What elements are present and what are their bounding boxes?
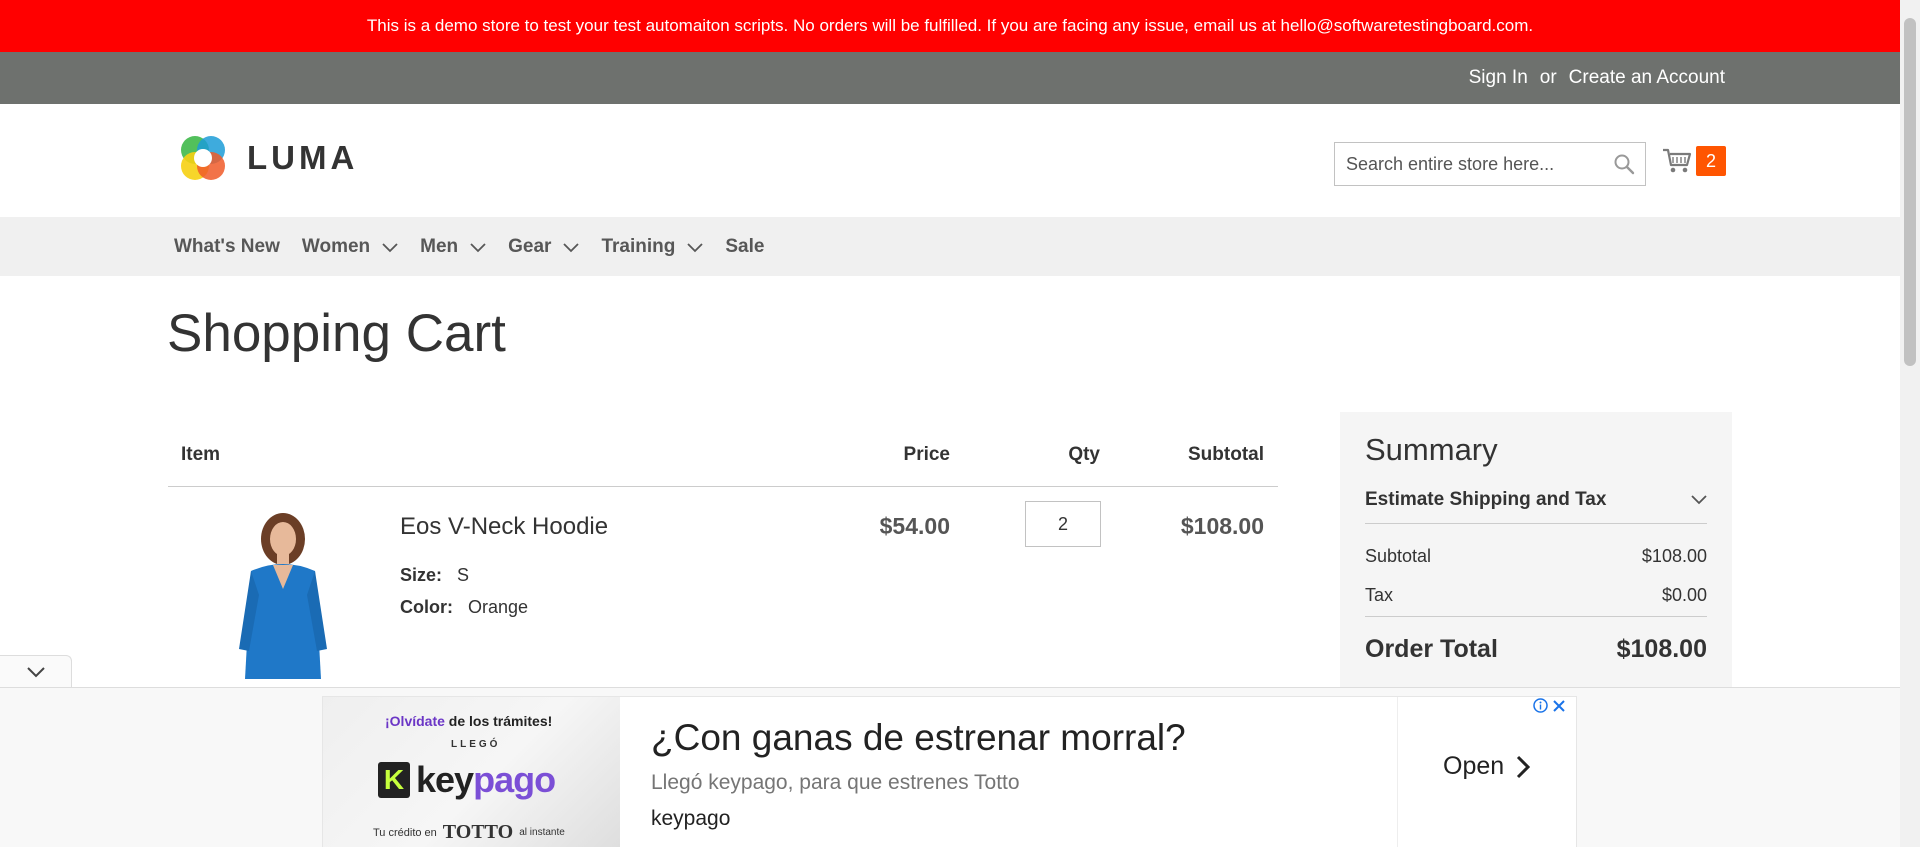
logo[interactable]: LUMA [175, 130, 358, 186]
header-item: Item [181, 444, 221, 465]
keypago-wordmark: keypago [416, 759, 556, 801]
item-subtotal: $108.00 [1180, 513, 1264, 539]
option-size: Size: S [400, 565, 469, 586]
estimate-shipping-label: Estimate Shipping and Tax [1365, 488, 1607, 510]
cart-item-row: Eos V-Neck Hoodie Size: S Color: Orange … [168, 487, 1278, 707]
option-size-label: Size: [400, 565, 443, 585]
ad-image-footer: Tu crédito en TOTTO al instante [373, 821, 565, 844]
demo-store-notice: This is a demo store to test your test a… [0, 0, 1900, 52]
keypago-k-icon: K [378, 762, 410, 798]
option-color: Color: Orange [400, 597, 528, 618]
ad-close-icon[interactable] [1552, 699, 1566, 713]
cart-table-header: Item Price Qty Subtotal [168, 418, 1278, 487]
search-icon[interactable] [1613, 153, 1635, 175]
search-input[interactable] [1335, 143, 1605, 185]
nav-item-label: Training [601, 235, 676, 257]
ad-image-footer-text: Tu crédito en [373, 826, 437, 839]
nav-item-gear[interactable]: Gear [508, 235, 580, 258]
page-title: Shopping Cart [167, 304, 506, 363]
totto-logo: TOTTO [442, 821, 514, 843]
chevron-right-icon [1517, 755, 1531, 778]
chevron-down-icon [687, 243, 703, 253]
qty-input[interactable] [1025, 501, 1101, 547]
nav-item-men[interactable]: Men [420, 236, 486, 258]
summary-title: Summary [1365, 432, 1498, 467]
estimate-shipping-toggle[interactable]: Estimate Shipping and Tax [1365, 476, 1707, 524]
ad-divider [1397, 697, 1398, 847]
header-qty: Qty [1068, 444, 1100, 465]
ad-image-headline-rest: de los trámites! [444, 713, 553, 729]
ad-advertiser: keypago [651, 807, 731, 830]
nav-item-sale[interactable]: Sale [725, 236, 764, 258]
summary-tax: Tax $0.00 [1365, 585, 1707, 617]
option-size-value: S [457, 565, 470, 585]
nav-item-label: Sale [725, 235, 765, 257]
site-header: LUMA 2 [0, 104, 1900, 217]
nav-list: What's New Women Men Gear Training Sale [174, 217, 786, 276]
keypago-logo: K keypago [378, 759, 556, 801]
ad-image-footer-end: al instante [519, 827, 565, 838]
nav-item-label: Gear [508, 235, 552, 257]
luma-logo-icon [181, 136, 225, 180]
minicart[interactable]: 2 [1662, 146, 1726, 176]
header-subtotal: Subtotal [1188, 444, 1264, 465]
sign-in-link[interactable]: Sign In [1469, 67, 1528, 89]
nav-item-label: Men [420, 235, 459, 257]
ad-open-button[interactable]: Open [1443, 752, 1531, 781]
ad-image-headline: ¡Olvídate de los trámites! [385, 713, 552, 729]
summary-subtotal-value: $108.00 [1641, 546, 1707, 566]
ad-banner-bar: ¡Olvídate de los trámites! LLEGÓ K keypa… [0, 687, 1900, 847]
chevron-down-icon [26, 666, 45, 677]
ad-banner[interactable]: ¡Olvídate de los trámites! LLEGÓ K keypa… [322, 696, 1577, 847]
ad-open-label: Open [1443, 752, 1505, 780]
cart-summary: Summary Estimate Shipping and Tax Subtot… [1340, 412, 1732, 702]
cart-table: Item Price Qty Subtotal Eos V-Neck Hoodi… [168, 418, 1278, 707]
nav-item-label: Women [301, 235, 371, 257]
chevron-down-icon [470, 243, 486, 253]
ad-title[interactable]: ¿Con ganas de estrenar morral? [651, 717, 1186, 759]
nav-item-label: What's New [174, 235, 280, 257]
keypago-word-b: pago [473, 759, 556, 800]
chevron-down-icon [1691, 494, 1707, 504]
summary-order-total: Order Total $108.00 [1365, 635, 1707, 664]
option-color-value: Orange [468, 597, 529, 617]
chevron-down-icon [563, 243, 580, 253]
ad-description: Llegó keypago, para que estrenes Totto [651, 771, 1020, 794]
header-price: Price [903, 444, 950, 465]
cart-count-badge: 2 [1696, 146, 1726, 176]
header-panel: Sign In or Create an Account [0, 52, 1900, 104]
ad-choices [1533, 698, 1566, 713]
nav-item-training[interactable]: Training [601, 236, 703, 258]
header-links: Sign In or Create an Account [1469, 52, 1725, 104]
option-color-label: Color: [400, 597, 453, 617]
order-total-label: Order Total [1365, 635, 1498, 663]
product-image[interactable] [223, 509, 343, 679]
scrollbar-thumb[interactable] [1904, 18, 1916, 366]
create-account-link[interactable]: Create an Account [1569, 67, 1725, 89]
summary-tax-value: $0.00 [1661, 585, 1707, 605]
or-separator: or [1539, 67, 1557, 88]
cart-icon [1663, 148, 1692, 173]
summary-tax-label: Tax [1365, 585, 1394, 605]
main-navigation: What's New Women Men Gear Training Sale [0, 217, 1900, 276]
ad-image-subhead: LLEGÓ [451, 739, 501, 750]
logo-text: LUMA [247, 139, 359, 176]
ad-image-headline-highlight: ¡Olvídate [385, 713, 445, 729]
search-box [1334, 142, 1646, 186]
summary-subtotal-label: Subtotal [1365, 546, 1432, 566]
item-price: $54.00 [879, 513, 950, 539]
nav-item-women[interactable]: Women [302, 236, 398, 258]
chevron-down-icon [382, 243, 398, 253]
page-scrollbar[interactable] [1900, 0, 1920, 847]
nav-item-what-s-new[interactable]: What's New [174, 236, 280, 258]
summary-subtotal: Subtotal $108.00 [1365, 546, 1707, 567]
ad-info-icon[interactable] [1533, 698, 1548, 713]
product-name-link[interactable]: Eos V-Neck Hoodie [400, 513, 608, 541]
keypago-word-a: key [416, 759, 474, 800]
ad-collapse-button[interactable] [0, 655, 72, 687]
demo-store-notice-text: This is a demo store to test your test a… [366, 16, 1534, 35]
order-total-value: $108.00 [1616, 635, 1707, 663]
ad-image[interactable]: ¡Olvídate de los trámites! LLEGÓ K keypa… [323, 697, 620, 847]
